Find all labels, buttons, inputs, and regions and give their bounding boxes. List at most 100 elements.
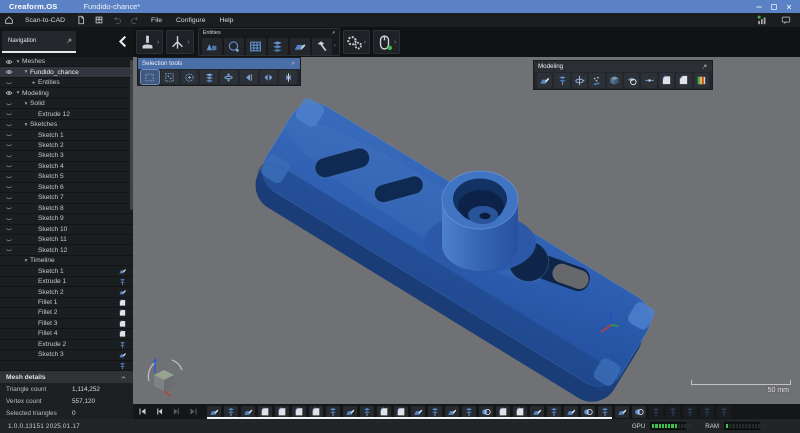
- timeline-feature-tl-sketch-15[interactable]: [445, 406, 459, 418]
- flyout-caret-icon[interactable]: ›: [186, 39, 190, 46]
- visibility-eye-icon[interactable]: [4, 79, 14, 87]
- tree-item-sketch-2[interactable]: Sketch 2: [0, 141, 133, 151]
- modeling-tool-mod-compare[interactable]: [694, 73, 709, 88]
- model-mesh[interactable]: [133, 57, 800, 404]
- tree-item-fillet-2[interactable]: Fillet 2: [0, 308, 133, 318]
- tree-item-sketch-10[interactable]: Sketch 10: [0, 225, 133, 235]
- timeline-feature-tl-extrude-27[interactable]: [649, 406, 663, 418]
- flyout-caret-icon[interactable]: ›: [156, 39, 160, 46]
- tree-item-partial[interactable]: [0, 361, 133, 371]
- timeline-step-back-button[interactable]: [152, 406, 167, 418]
- tree-item-sketch-1[interactable]: Sketch 1: [0, 130, 133, 140]
- pin-icon[interactable]: [65, 37, 73, 45]
- pin-icon[interactable]: [701, 63, 708, 70]
- modeling-tool-mod-sketch[interactable]: [537, 73, 552, 88]
- probe-tool-button[interactable]: ›: [166, 30, 193, 54]
- modeling-tool-mod-chamfer[interactable]: [676, 73, 691, 88]
- expander-down-icon[interactable]: ▾: [22, 258, 30, 264]
- timeline-feature-tl-extrude-8[interactable]: [326, 406, 340, 418]
- timeline-feature-tl-extrude-10[interactable]: [360, 406, 374, 418]
- visibility-eye-icon[interactable]: [4, 121, 14, 129]
- tree-item-sketch-6[interactable]: Sketch 6: [0, 183, 133, 193]
- visibility-eye-icon[interactable]: [4, 194, 14, 202]
- timeline-feature-tl-extrude-14[interactable]: [428, 406, 442, 418]
- timeline-feature-tl-sketch-25[interactable]: [615, 406, 629, 418]
- visibility-eye-icon[interactable]: [4, 100, 14, 108]
- redo-icon[interactable]: [130, 15, 140, 25]
- expander-down-icon[interactable]: ▾: [14, 90, 22, 96]
- entities-group-header[interactable]: Entities: [199, 29, 339, 37]
- selection-tool-sel-rect[interactable]: [141, 70, 159, 84]
- timeline-feature-tl-extrude-2[interactable]: [224, 406, 238, 418]
- timeline-feature-tl-sketch-1[interactable]: [207, 406, 221, 418]
- menu-item-scan-to-cad[interactable]: Scan-to-CAD: [18, 17, 72, 24]
- undo-icon[interactable]: [112, 15, 122, 25]
- tab-navigation[interactable]: Navigation: [2, 31, 76, 53]
- expander-right-icon[interactable]: ▸: [30, 80, 38, 86]
- timeline-feature-tl-extrude-24[interactable]: [598, 406, 612, 418]
- timeline-feature-tl-boolean-17[interactable]: [479, 406, 493, 418]
- selection-tool-sel-arrows[interactable]: [260, 70, 278, 84]
- new-file-icon[interactable]: [76, 15, 86, 25]
- visibility-eye-icon[interactable]: [4, 110, 14, 118]
- timeline-feature-tl-extrude-31[interactable]: [717, 406, 731, 418]
- visibility-eye-icon[interactable]: [4, 141, 14, 149]
- timeline-go-start-button[interactable]: [135, 406, 150, 418]
- tree-item-sketch-12[interactable]: Sketch 12: [0, 245, 133, 255]
- selection-tool-sel-arrow-left[interactable]: [240, 70, 258, 84]
- visibility-eye-icon[interactable]: [4, 58, 14, 66]
- visibility-eye-icon[interactable]: [4, 152, 14, 160]
- visibility-eye-icon[interactable]: [4, 225, 14, 233]
- entities-tool-plane-entity[interactable]: [290, 38, 310, 55]
- tree-item-sketch-1[interactable]: Sketch 1: [0, 266, 133, 276]
- expander-down-icon[interactable]: ▾: [22, 69, 30, 75]
- visibility-eye-icon[interactable]: [4, 246, 14, 254]
- entities-tool-hammer-entity[interactable]: [312, 38, 332, 55]
- timeline-feature-tl-sketch-20[interactable]: [530, 406, 544, 418]
- timeline-feature-tl-sketch-9[interactable]: [343, 406, 357, 418]
- tree-item-entities[interactable]: ▸ Entities: [0, 78, 133, 88]
- collapse-panel-button[interactable]: [116, 34, 130, 49]
- modeling-tool-mod-extrude[interactable]: [554, 73, 569, 88]
- entities-tool-stack-entity[interactable]: [268, 38, 288, 55]
- modeling-tool-mod-subtract[interactable]: [624, 73, 639, 88]
- tree-item-fillet-4[interactable]: Fillet 4: [0, 329, 133, 339]
- modeling-tool-mod-fillet[interactable]: [659, 73, 674, 88]
- tree-item-fundido-chance[interactable]: ▾ Fundido_chance: [0, 67, 133, 77]
- selection-tool-sel-paint[interactable]: [161, 70, 179, 84]
- tree-item-timeline[interactable]: ▾ Timeline: [0, 256, 133, 266]
- timeline-feature-tl-fillet-5[interactable]: [275, 406, 289, 418]
- entities-tool-circle-entity[interactable]: [224, 38, 244, 55]
- visibility-eye-icon[interactable]: [4, 215, 14, 223]
- tree-item-solid[interactable]: ▾ Solid: [0, 99, 133, 109]
- tree-item-fillet-1[interactable]: Fillet 1: [0, 298, 133, 308]
- expander-down-icon[interactable]: ▾: [14, 59, 22, 65]
- tree-item-sketch-7[interactable]: Sketch 7: [0, 193, 133, 203]
- timeline-feature-tl-boolean-26[interactable]: [632, 406, 646, 418]
- modeling-tool-mod-cube[interactable]: [607, 73, 622, 88]
- flyout-caret-icon[interactable]: ›: [393, 39, 397, 46]
- tree-item-sketch-8[interactable]: Sketch 8: [0, 204, 133, 214]
- selection-tool-sel-stack[interactable]: [200, 70, 218, 84]
- selection-tool-sel-lasso[interactable]: [181, 70, 199, 84]
- tree-item-meshes[interactable]: ▾ Meshes: [0, 57, 133, 67]
- timeline-feature-tl-extrude-16[interactable]: [462, 406, 476, 418]
- menu-item-help[interactable]: Help: [212, 17, 240, 24]
- timeline-feature-tl-fillet-7[interactable]: [309, 406, 323, 418]
- timeline-step-forward-button[interactable]: [169, 406, 184, 418]
- timeline-feature-tl-sketch-13[interactable]: [411, 406, 425, 418]
- timeline-feature-tl-extrude-21[interactable]: [547, 406, 561, 418]
- modeling-tool-mod-revolve[interactable]: [572, 73, 587, 88]
- chat-icon[interactable]: [781, 15, 791, 25]
- timeline-feature-tl-fillet-11[interactable]: [377, 406, 391, 418]
- tree-item-extrude-12[interactable]: Extrude 12: [0, 109, 133, 119]
- visibility-eye-icon[interactable]: [4, 68, 14, 76]
- mesh-details-header[interactable]: Mesh details: [0, 371, 133, 383]
- close-button[interactable]: [781, 1, 796, 12]
- visibility-eye-icon[interactable]: [4, 204, 14, 212]
- timeline-feature-tl-sketch-22[interactable]: [564, 406, 578, 418]
- tree-item-sketch-4[interactable]: Sketch 4: [0, 162, 133, 172]
- group-scroll-icon[interactable]: ‹: [334, 43, 336, 49]
- table-file-icon[interactable]: [94, 15, 104, 25]
- timeline-feature-tl-fillet-4[interactable]: [258, 406, 272, 418]
